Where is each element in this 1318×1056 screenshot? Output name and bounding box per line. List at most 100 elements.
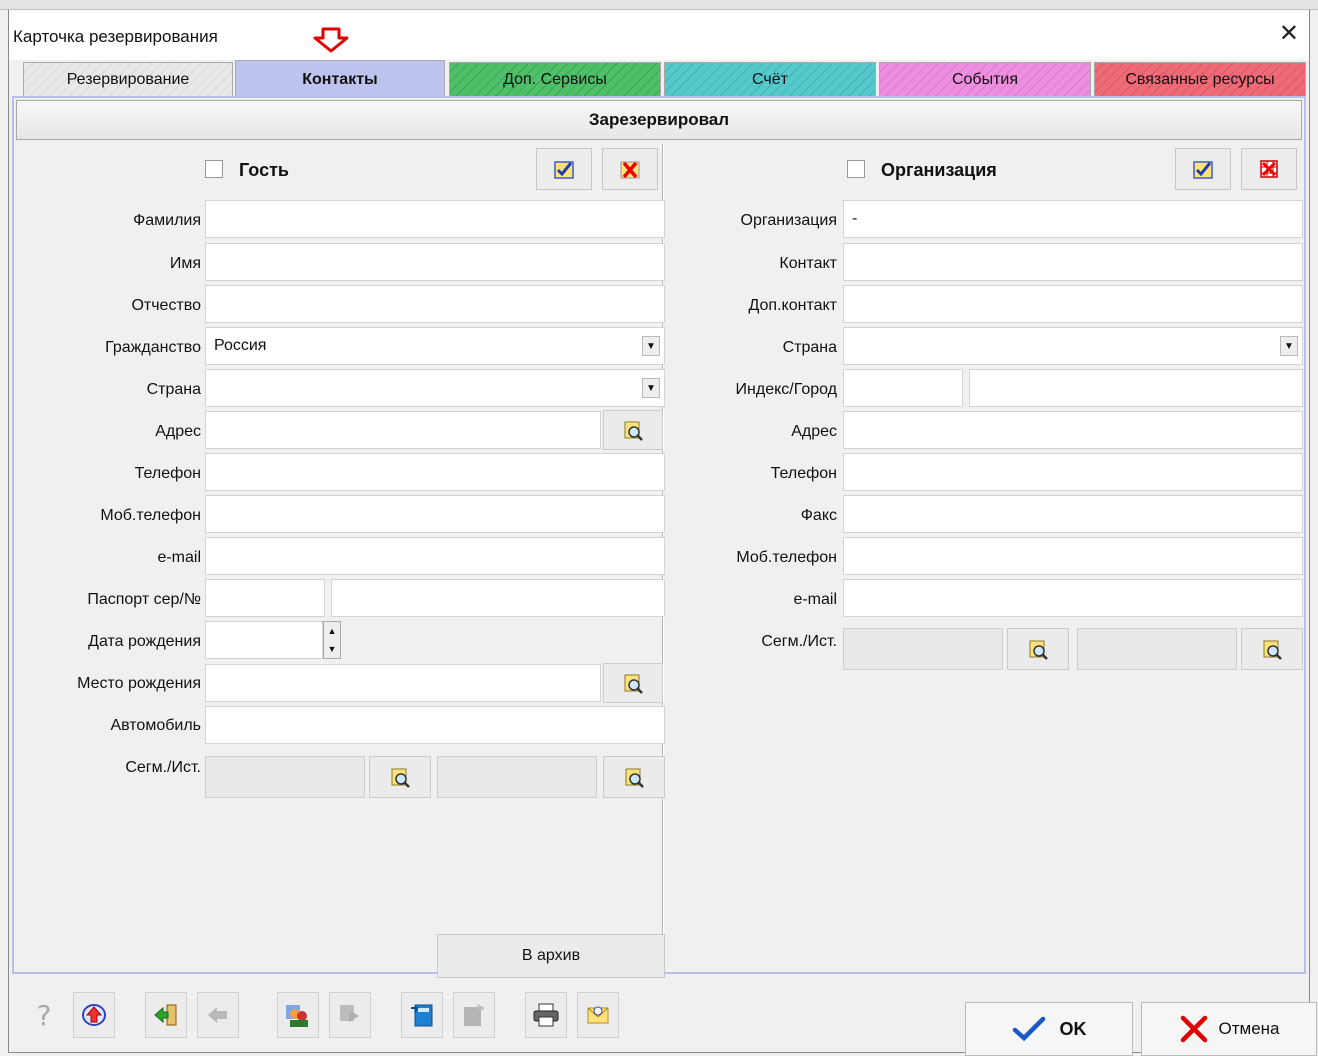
label-org-email: e-mail [793,591,837,608]
label-phone: Телефон [134,465,201,482]
segment-field[interactable] [205,756,365,798]
upload-icon [82,1004,106,1026]
passport-number-field[interactable] [331,579,665,617]
org-phone-field[interactable] [843,453,1303,491]
country-select[interactable]: ▼ [205,369,665,407]
address-field[interactable] [205,411,601,449]
label-org-segment: Сегм./Ист. [761,633,837,650]
org-source-lookup-button[interactable] [1241,628,1303,670]
label-address: Адрес [155,423,201,440]
chevron-down-icon[interactable]: ▼ [642,336,660,356]
people-icon [286,1005,308,1027]
people-button[interactable] [277,992,319,1038]
organization-select-button[interactable] [1175,148,1231,190]
label-fax: Факс [800,507,837,524]
check-icon [1012,1016,1045,1042]
cross-icon [1180,1015,1207,1043]
calculator-icon [411,1004,433,1027]
source-field[interactable] [437,756,597,798]
label-birthplace: Место рождения [77,675,201,692]
archive-button[interactable]: В архив [437,934,665,978]
org-segment-lookup-button[interactable] [1007,628,1069,670]
guest-title: Гость [239,160,289,180]
cancel-button[interactable]: Отмена [1141,1002,1317,1056]
tab-contacts[interactable]: Контакты [235,60,445,98]
name-field[interactable] [205,243,665,281]
organization-checkbox[interactable] [847,160,865,178]
calculator-button[interactable] [401,992,443,1038]
org-email-field[interactable] [843,579,1303,617]
paste-button[interactable] [453,992,495,1038]
tab-extra-services[interactable]: Доп. Сервисы [449,62,661,96]
label-org-address: Адрес [791,423,837,440]
guest-clear-button[interactable] [602,148,658,190]
help-button[interactable]: ? [23,992,65,1038]
org-country-select[interactable]: ▼ [843,327,1303,365]
birthdate-spinner[interactable]: ▲ ▼ [323,621,341,659]
address-lookup-button[interactable] [603,410,663,450]
back-button[interactable] [197,992,239,1038]
spin-down-icon[interactable]: ▼ [324,640,340,658]
guest-checkbox[interactable] [205,160,223,178]
label-zip-city: Индекс/Город [735,381,837,398]
copy-button[interactable] [329,992,371,1038]
close-icon[interactable]: ✕ [1279,22,1299,46]
mail-button[interactable] [577,992,619,1038]
tab-invoice[interactable]: Счёт [664,62,876,96]
email-field[interactable] [205,537,665,575]
back-icon [208,1007,227,1023]
lookup-icon [1029,640,1048,660]
enter-icon [154,1004,177,1026]
phone-field[interactable] [205,453,665,491]
birthdate-field[interactable] [205,621,323,659]
label-org-mobile: Моб.телефон [736,549,837,566]
label-organization: Организация [740,212,838,229]
checklist-icon [1193,161,1213,179]
passport-series-field[interactable] [205,579,325,617]
label-passport: Паспорт сер/№ [87,591,201,608]
guest-select-button[interactable] [536,148,592,190]
tab-events[interactable]: События [879,62,1091,96]
label-org-phone: Телефон [770,465,837,482]
zip-field[interactable] [843,369,963,407]
birthplace-field[interactable] [205,664,601,702]
ok-button[interactable]: OK [965,1002,1133,1056]
citizenship-select[interactable]: Россия ▼ [205,327,665,365]
window-title: Карточка резервирования [13,27,218,46]
source-lookup-button[interactable] [603,756,665,798]
car-field[interactable] [205,706,665,744]
delete-grid-icon [1260,160,1278,178]
label-extra-contact: Доп.контакт [748,297,838,314]
tab-reservation[interactable]: Резервирование [23,62,233,96]
org-segment-field[interactable] [843,628,1003,670]
tab-related-resources[interactable]: Связанные ресурсы [1094,62,1306,96]
org-address-field[interactable] [843,411,1303,449]
city-field[interactable] [969,369,1303,407]
mobile-field[interactable] [205,495,665,533]
spin-up-icon[interactable]: ▲ [324,622,340,640]
copy-icon [340,1005,359,1022]
surname-field[interactable] [205,200,665,238]
upload-button[interactable] [73,992,115,1038]
label-email: e-mail [157,549,201,566]
org-mobile-field[interactable] [843,537,1303,575]
contact-field[interactable] [843,243,1303,281]
chevron-down-icon[interactable]: ▼ [1280,336,1298,356]
lookup-icon [1263,640,1282,660]
label-org-country: Страна [782,339,837,356]
organization-field[interactable]: - [843,200,1303,238]
enter-button[interactable] [145,992,187,1038]
label-mobile: Моб.телефон [100,507,201,524]
lookup-icon [624,421,643,441]
patronymic-field[interactable] [205,285,665,323]
chevron-down-icon[interactable]: ▼ [642,378,660,398]
organization-clear-button[interactable] [1241,148,1297,190]
lookup-icon [391,768,410,788]
birthplace-lookup-button[interactable] [603,663,663,703]
segment-lookup-button[interactable] [369,756,431,798]
print-button[interactable] [525,992,567,1038]
extra-contact-field[interactable] [843,285,1303,323]
fax-field[interactable] [843,495,1303,533]
org-source-field[interactable] [1077,628,1237,670]
organization-title: Организация [881,160,997,180]
